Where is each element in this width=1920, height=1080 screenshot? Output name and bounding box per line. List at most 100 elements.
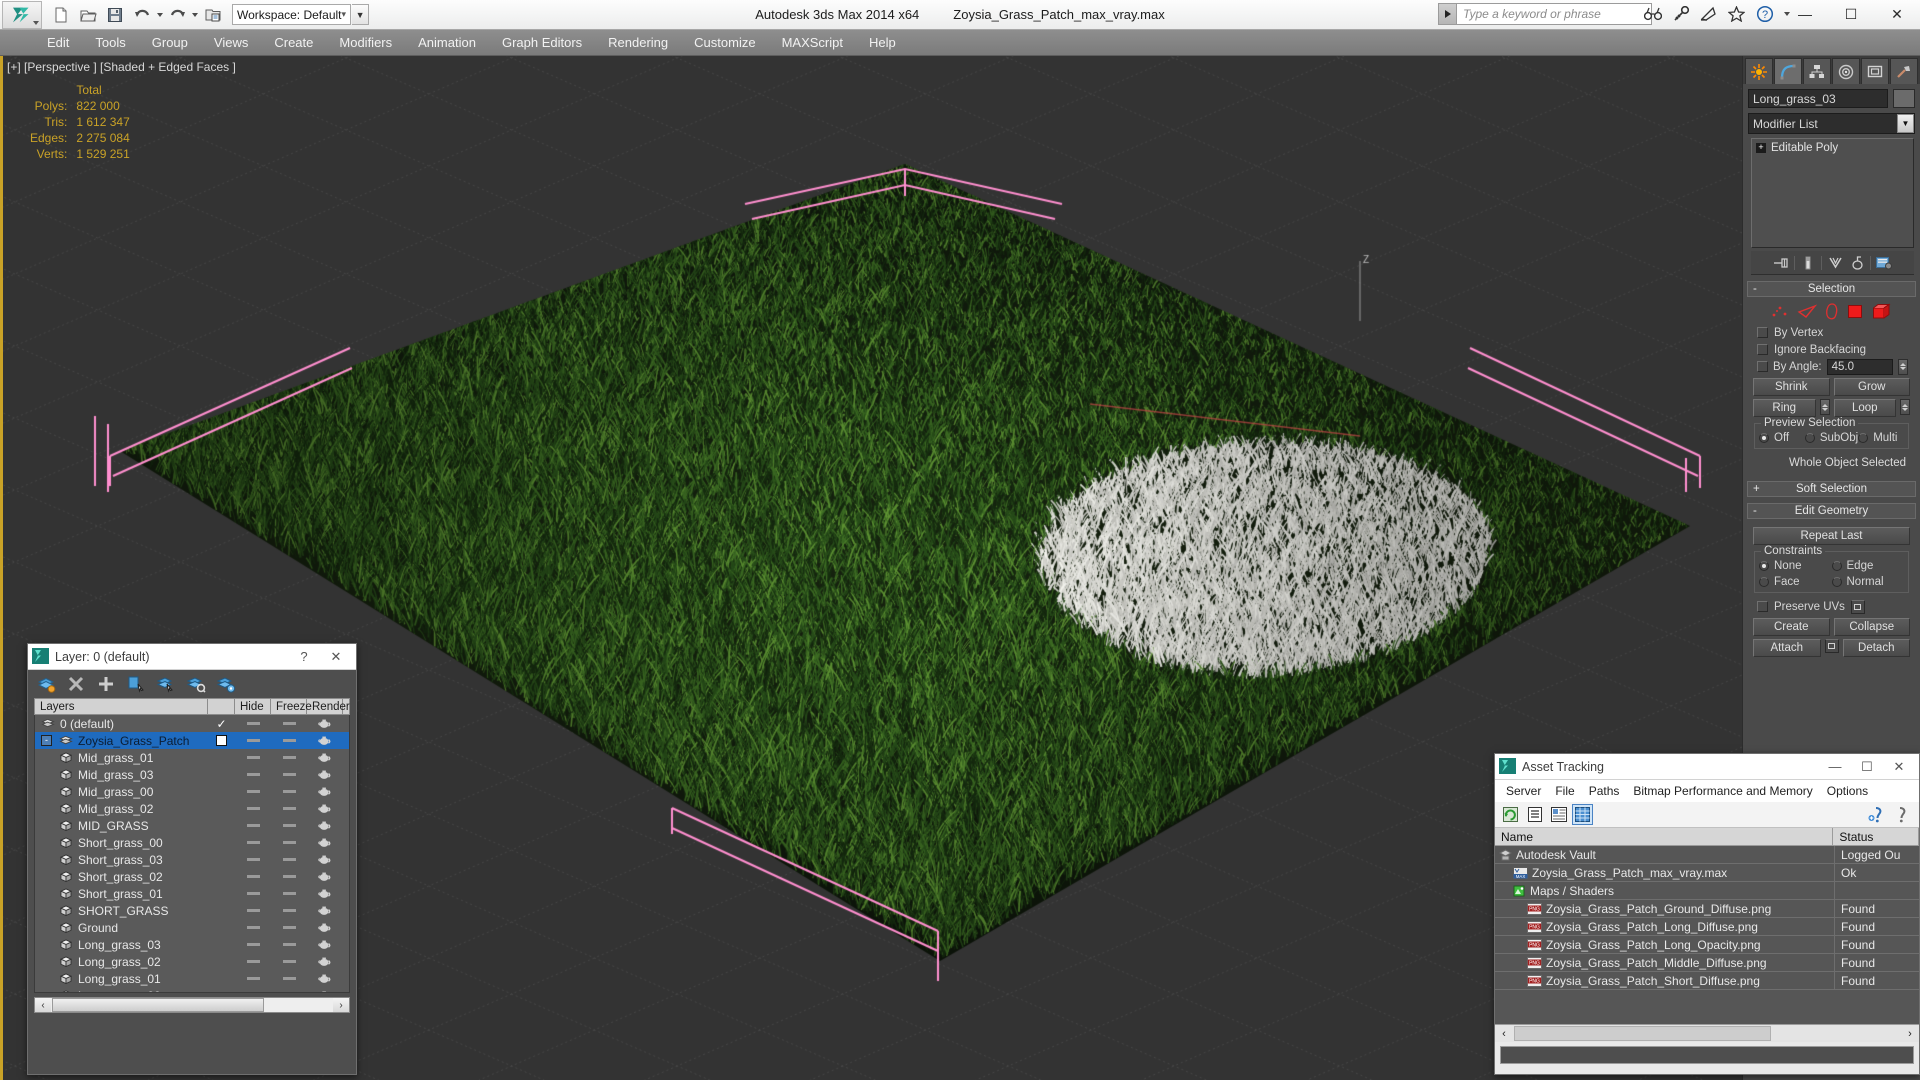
modifier-list-chevron-down-icon[interactable]: ▼ xyxy=(1897,114,1914,133)
current-box-icon[interactable] xyxy=(216,735,227,746)
layer-column-header[interactable] xyxy=(208,699,235,714)
layer-name-cell[interactable]: Mid_grass_01 xyxy=(35,751,208,765)
constraint-none-option[interactable]: None xyxy=(1759,560,1832,572)
layer-row[interactable]: Mid_grass_00 xyxy=(35,783,349,800)
layer-hide-cell[interactable] xyxy=(235,807,271,810)
loop-spinner[interactable] xyxy=(1900,399,1910,415)
application-menu-button[interactable] xyxy=(2,1,42,29)
element-icon[interactable] xyxy=(1872,303,1892,323)
layer-horizontal-scrollbar[interactable]: ‹ › xyxy=(34,997,350,1013)
asset-scroll-thumb[interactable] xyxy=(1514,1026,1771,1041)
layer-current-cell[interactable] xyxy=(208,735,235,746)
layer-scroll-left-button[interactable]: ‹ xyxy=(35,998,51,1012)
set-project-folder-icon[interactable] xyxy=(199,3,225,27)
layer-freeze-cell[interactable] xyxy=(271,807,307,810)
layer-render-cell[interactable] xyxy=(307,973,343,984)
motion-tab[interactable] xyxy=(1832,58,1860,84)
layer-hide-cell[interactable] xyxy=(235,858,271,861)
edge-icon[interactable] xyxy=(1797,304,1818,322)
preview-off-option[interactable]: Off xyxy=(1759,432,1805,444)
save-file-icon[interactable] xyxy=(102,3,128,27)
layer-render-cell[interactable] xyxy=(307,769,343,780)
menu-item-maxscript[interactable]: MAXScript xyxy=(769,30,856,56)
layer-hide-cell[interactable] xyxy=(235,790,271,793)
utilities-tab[interactable] xyxy=(1890,58,1918,84)
selection-rollout-header[interactable]: - Selection xyxy=(1747,281,1916,297)
modifier-stack[interactable]: + Editable Poly xyxy=(1751,138,1914,248)
layer-render-cell[interactable] xyxy=(307,922,343,933)
attach-settings-button[interactable] xyxy=(1824,639,1839,653)
layer-name-cell[interactable]: Mid_grass_02 xyxy=(35,802,208,816)
menu-item-animation[interactable]: Animation xyxy=(405,30,489,56)
asset-menu-server[interactable]: Server xyxy=(1499,780,1548,802)
object-name-field[interactable]: Long_grass_03 xyxy=(1748,89,1888,108)
layer-row[interactable]: Short_grass_01 xyxy=(35,885,349,902)
by-vertex-row[interactable]: By Vertex xyxy=(1751,324,1912,341)
layer-render-cell[interactable] xyxy=(307,752,343,763)
layer-render-cell[interactable] xyxy=(307,905,343,916)
menu-item-customize[interactable]: Customize xyxy=(681,30,768,56)
layer-properties-icon[interactable] xyxy=(216,674,236,694)
layer-hide-cell[interactable] xyxy=(235,773,271,776)
layer-name-cell[interactable]: MID_GRASS xyxy=(35,819,208,833)
asset-menu-bitmap-performance-and-memory[interactable]: Bitmap Performance and Memory xyxy=(1626,780,1819,802)
menu-item-graph-editors[interactable]: Graph Editors xyxy=(489,30,595,56)
layer-name-cell[interactable]: Mid_grass_03 xyxy=(35,768,208,782)
layer-render-cell[interactable] xyxy=(307,718,343,729)
asset-name-cell[interactable]: Autodesk Vault xyxy=(1495,846,1835,864)
layer-hide-cell[interactable] xyxy=(235,943,271,946)
layer-column-header[interactable]: Layers xyxy=(35,699,208,714)
menu-item-tools[interactable]: Tools xyxy=(82,30,138,56)
layer-freeze-cell[interactable] xyxy=(271,943,307,946)
layer-row[interactable]: Short_grass_00 xyxy=(35,834,349,851)
undo-dropdown-icon[interactable] xyxy=(157,12,163,17)
add-help-icon[interactable] xyxy=(1866,804,1887,825)
layer-hide-cell[interactable] xyxy=(235,841,271,844)
ignore-backfacing-checkbox[interactable] xyxy=(1757,344,1768,355)
modifier-list-dropdown[interactable]: Modifier List ▼ xyxy=(1748,113,1915,134)
open-file-icon[interactable] xyxy=(75,3,101,27)
workspace-dropdown-button[interactable]: ▼ xyxy=(352,4,370,25)
layer-hide-cell[interactable] xyxy=(235,960,271,963)
select-highlighted-objects-icon[interactable] xyxy=(156,674,176,694)
create-button[interactable]: Create xyxy=(1753,618,1830,636)
layer-name-cell[interactable]: SHORT_GRASS xyxy=(35,904,208,918)
layer-name-cell[interactable]: Long_grass_01 xyxy=(35,972,208,986)
by-angle-spinner[interactable] xyxy=(1898,358,1908,375)
edit-geometry-rollout-toggle-icon[interactable]: - xyxy=(1753,505,1757,517)
show-end-result-icon[interactable] xyxy=(1799,254,1817,272)
pin-stack-icon[interactable] xyxy=(1772,254,1790,272)
asset-menu-paths[interactable]: Paths xyxy=(1582,780,1627,802)
expand-plus-icon[interactable]: + xyxy=(1756,142,1766,153)
modifier-stack-item[interactable]: + Editable Poly xyxy=(1752,140,1913,155)
asset-minimize-button[interactable]: — xyxy=(1819,755,1851,779)
preserve-uvs-row[interactable]: Preserve UVs xyxy=(1751,598,1912,615)
layer-render-cell[interactable] xyxy=(307,837,343,848)
layer-expander-icon[interactable]: - xyxy=(41,735,52,746)
by-vertex-checkbox[interactable] xyxy=(1757,327,1768,338)
menu-item-create[interactable]: Create xyxy=(261,30,326,56)
menu-item-group[interactable]: Group xyxy=(139,30,201,56)
layer-render-cell[interactable] xyxy=(307,888,343,899)
redo-icon[interactable] xyxy=(164,3,190,27)
layer-dialog-close-button[interactable]: ✕ xyxy=(320,645,352,669)
layer-dialog-titlebar[interactable]: Layer: 0 (default) ? ✕ xyxy=(28,644,356,670)
layer-name-cell[interactable]: Ground xyxy=(35,921,208,935)
layer-render-cell[interactable] xyxy=(307,820,343,831)
layer-freeze-cell[interactable] xyxy=(271,756,307,759)
layer-render-cell[interactable] xyxy=(307,939,343,950)
layer-render-cell[interactable] xyxy=(307,854,343,865)
create-tab[interactable] xyxy=(1745,58,1773,84)
satellite-dish-icon[interactable] xyxy=(1699,5,1718,24)
layer-name-cell[interactable]: - Zoysia_Grass_Patch xyxy=(35,734,208,748)
layer-scroll-right-button[interactable]: › xyxy=(333,998,349,1012)
asset-name-cell[interactable]: PNG Zoysia_Grass_Patch_Middle_Diffuse.png xyxy=(1495,953,1835,972)
configure-modifier-sets-icon[interactable] xyxy=(1875,254,1893,272)
layer-freeze-cell[interactable] xyxy=(271,824,307,827)
polygon-icon[interactable] xyxy=(1847,303,1864,323)
layer-dialog[interactable]: Layer: 0 (default) ? ✕ Layers Hide Freez… xyxy=(27,643,357,1075)
asset-tracking-titlebar[interactable]: Asset Tracking — ☐ ✕ xyxy=(1495,754,1919,780)
layer-hide-cell[interactable] xyxy=(235,739,271,742)
menu-item-help[interactable]: Help xyxy=(856,30,909,56)
add-selection-to-layer-icon[interactable] xyxy=(96,674,116,694)
